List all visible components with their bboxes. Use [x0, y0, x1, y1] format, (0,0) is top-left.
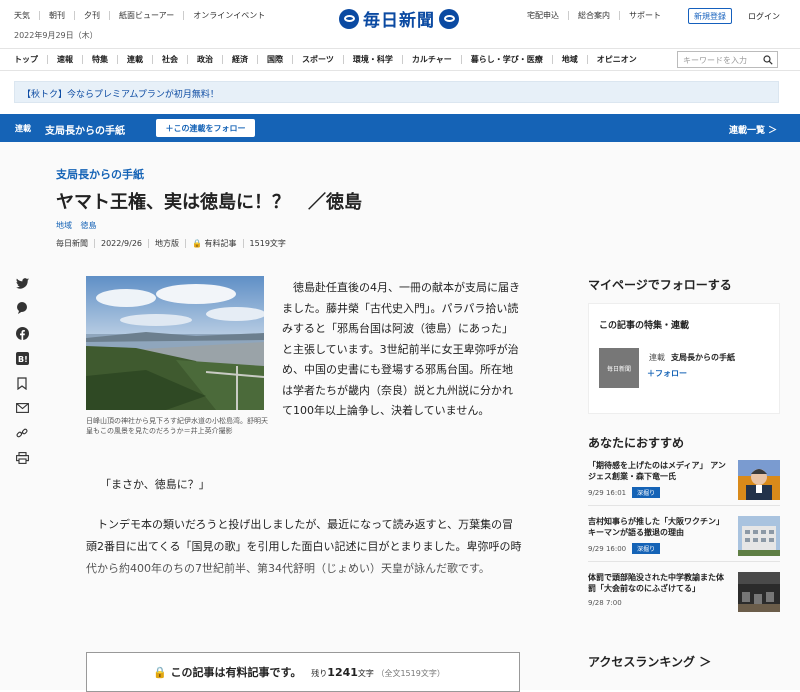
top-header: 天気 朝刊 夕刊 紙面ビューアー オンラインイベント 2022年9月29日（木）…: [0, 0, 800, 48]
main-nav: トップ 速報 特集 連載 社会 政治 経済 国際 スポーツ 環境・科学 カルチャ…: [0, 48, 800, 71]
delivery-link[interactable]: 宅配申込: [518, 11, 568, 20]
link-icon[interactable]: [14, 425, 30, 441]
recommend-date: 9/29 16:00 深掘り: [588, 543, 661, 554]
recommend-item[interactable]: 「期待感を上げたのはメディア」 アンジェス創業・森下竜一氏 9/29 16:01…: [588, 460, 780, 506]
recommend-thumbnail: [738, 516, 780, 556]
deep-dive-badge: 深掘り: [632, 543, 661, 554]
meta-paid: 🔒 有料記事: [185, 239, 243, 248]
nav-life[interactable]: 暮らし・学び・医療: [460, 55, 552, 64]
follow-box-title: この記事の特集・連載: [599, 321, 690, 331]
article-meta: 毎日新聞 2022/9/26 地方版 🔒 有料記事 1519文字: [56, 239, 292, 248]
article-title: ヤマト王権、実は徳島に！？ ／徳島: [56, 192, 362, 213]
logo-text: 毎日新聞: [363, 11, 435, 31]
series-thumbnail[interactable]: 毎日新聞: [599, 348, 639, 388]
minna-no-comment-icon[interactable]: [14, 300, 30, 316]
paywall-box: 🔒 この記事は有料記事です。 残り1241文字 （全文1519文字）: [86, 652, 520, 692]
follow-button[interactable]: ＋フォロー: [647, 368, 687, 379]
nav-opinion[interactable]: オピニオン: [586, 55, 646, 64]
recommend-thumbnail: [738, 572, 780, 612]
series-name[interactable]: 支局長からの手紙: [45, 122, 125, 137]
photo-caption: 日峰山頂の神社から見下ろす紀伊水道の小松島湾。舒明天皇もこの風景を見たのだろうか…: [86, 417, 268, 435]
tag-region[interactable]: 地域: [56, 221, 72, 230]
recommend-item[interactable]: 吉村知事らが推した「大阪ワクチン」 キーマンが語る撤退の理由 9/29 16:0…: [588, 516, 780, 562]
top-links: 天気 朝刊 夕刊 紙面ビューアー オンラインイベント: [14, 11, 274, 20]
nav-economy[interactable]: 経済: [222, 55, 257, 64]
paper-viewer-link[interactable]: 紙面ビューアー: [109, 11, 183, 20]
mail-icon[interactable]: [14, 400, 30, 416]
online-event-link[interactable]: オンラインイベント: [183, 11, 274, 20]
current-date: 2022年9月29日（木）: [14, 31, 98, 40]
follow-series-info: 連載 支局長からの手紙: [649, 353, 735, 362]
article-tags: 地域 徳島: [56, 220, 103, 231]
article-quote: 「まさか、徳島に？」: [100, 478, 210, 491]
logo-mark-icon: [339, 8, 359, 29]
weather-link[interactable]: 天気: [14, 11, 39, 20]
support-link[interactable]: サポート: [619, 11, 670, 20]
series-bar: 連載 支局長からの手紙 ＋この連載をフォロー 連載一覧 ＞: [0, 114, 800, 142]
nav-culture[interactable]: カルチャー: [401, 55, 461, 64]
nav-science[interactable]: 環境・科学: [342, 55, 402, 64]
promo-banner[interactable]: 【秋トク】今ならプレミアムプランが初月無料！: [14, 81, 779, 103]
recommend-item[interactable]: 体罰で頭部陥没された中学教諭また体罰「大会前なのにふざけてる」 9/28 7:0…: [588, 572, 780, 618]
recommend-title: 体罰で頭部陥没された中学教諭また体罰「大会前なのにふざけてる」: [588, 573, 724, 593]
meta-date: 2022/9/26: [94, 239, 148, 248]
svg-text:B!: B!: [18, 355, 28, 364]
register-button[interactable]: 新規登録: [688, 8, 732, 24]
login-link[interactable]: ログイン: [748, 11, 780, 22]
follow-box: この記事の特集・連載 毎日新聞 連載 支局長からの手紙 ＋フォロー: [588, 303, 780, 414]
evening-edition-link[interactable]: 夕刊: [74, 11, 109, 20]
nav-society[interactable]: 社会: [152, 55, 187, 64]
nav-sports[interactable]: スポーツ: [292, 55, 343, 64]
recommend-date: 9/28 7:00: [588, 599, 622, 607]
nav-series[interactable]: 連載: [117, 55, 152, 64]
follow-series-button[interactable]: ＋この連載をフォロー: [156, 119, 255, 137]
tag-tokushima[interactable]: 徳島: [81, 221, 97, 230]
site-logo[interactable]: 毎日新聞: [339, 6, 459, 31]
nav-politics[interactable]: 政治: [187, 55, 222, 64]
recommend-thumbnail: [738, 460, 780, 500]
article-series[interactable]: 支局長からの手紙: [56, 166, 144, 182]
nav-features[interactable]: 特集: [82, 55, 117, 64]
meta-edition: 地方版: [148, 239, 185, 248]
mypage-follow-heading: マイページでフォローする: [588, 278, 732, 292]
meta-chars: 1519文字: [242, 239, 292, 248]
logo-mark-icon: [439, 8, 459, 29]
paywall-remaining: 残り1241文字 （全文1519文字）: [311, 666, 445, 679]
nav-region[interactable]: 地域: [551, 55, 587, 64]
nav-top[interactable]: トップ: [14, 55, 47, 64]
meta-source: 毎日新聞: [56, 239, 88, 248]
hatena-bookmark-icon[interactable]: B!: [14, 350, 30, 366]
lock-icon: 🔒: [153, 666, 167, 679]
lock-icon: 🔒: [192, 239, 202, 248]
header-right-links: 宅配申込 総合案内 サポート: [518, 11, 670, 20]
paywall-label: この記事は有料記事です。: [170, 666, 302, 679]
facebook-icon[interactable]: [14, 325, 30, 341]
morning-edition-link[interactable]: 朝刊: [39, 11, 74, 20]
twitter-icon[interactable]: [14, 275, 30, 291]
nav-breaking[interactable]: 速報: [47, 55, 82, 64]
article-photo[interactable]: [86, 276, 264, 410]
deep-dive-badge: 深掘り: [632, 487, 661, 498]
search-icon[interactable]: [763, 55, 773, 67]
print-icon[interactable]: [14, 450, 30, 466]
ranking-link[interactable]: アクセスランキング ＞: [588, 653, 711, 670]
nav-international[interactable]: 国際: [257, 55, 292, 64]
recommend-title: 吉村知事らが推した「大阪ワクチン」 キーマンが語る撤退の理由: [588, 517, 724, 537]
series-tag: 連載: [15, 124, 31, 133]
search-placeholder: キーワードを入力: [683, 56, 747, 65]
main-content: 支局長からの手紙 ヤマト王権、実は徳島に！？ ／徳島 地域 徳島 毎日新聞 20…: [0, 142, 800, 692]
guide-link[interactable]: 総合案内: [568, 11, 619, 20]
article-paragraph-1: 徳島赴任直後の4月、一冊の献本が支局に届きました。藤井榮「古代史入門」。パラパラ…: [282, 281, 520, 417]
paywall-fade: [80, 552, 530, 612]
share-toolbar: B!: [14, 275, 30, 475]
bookmark-icon[interactable]: [14, 375, 30, 391]
series-list-link[interactable]: 連載一覧 ＞: [729, 123, 777, 136]
recommend-title: 「期待感を上げたのはメディア」 アンジェス創業・森下竜一氏: [588, 461, 726, 481]
recommend-date: 9/29 16:01 深掘り: [588, 487, 661, 498]
search-input[interactable]: キーワードを入力: [677, 51, 778, 68]
recommend-heading: あなたにおすすめ: [588, 436, 685, 450]
